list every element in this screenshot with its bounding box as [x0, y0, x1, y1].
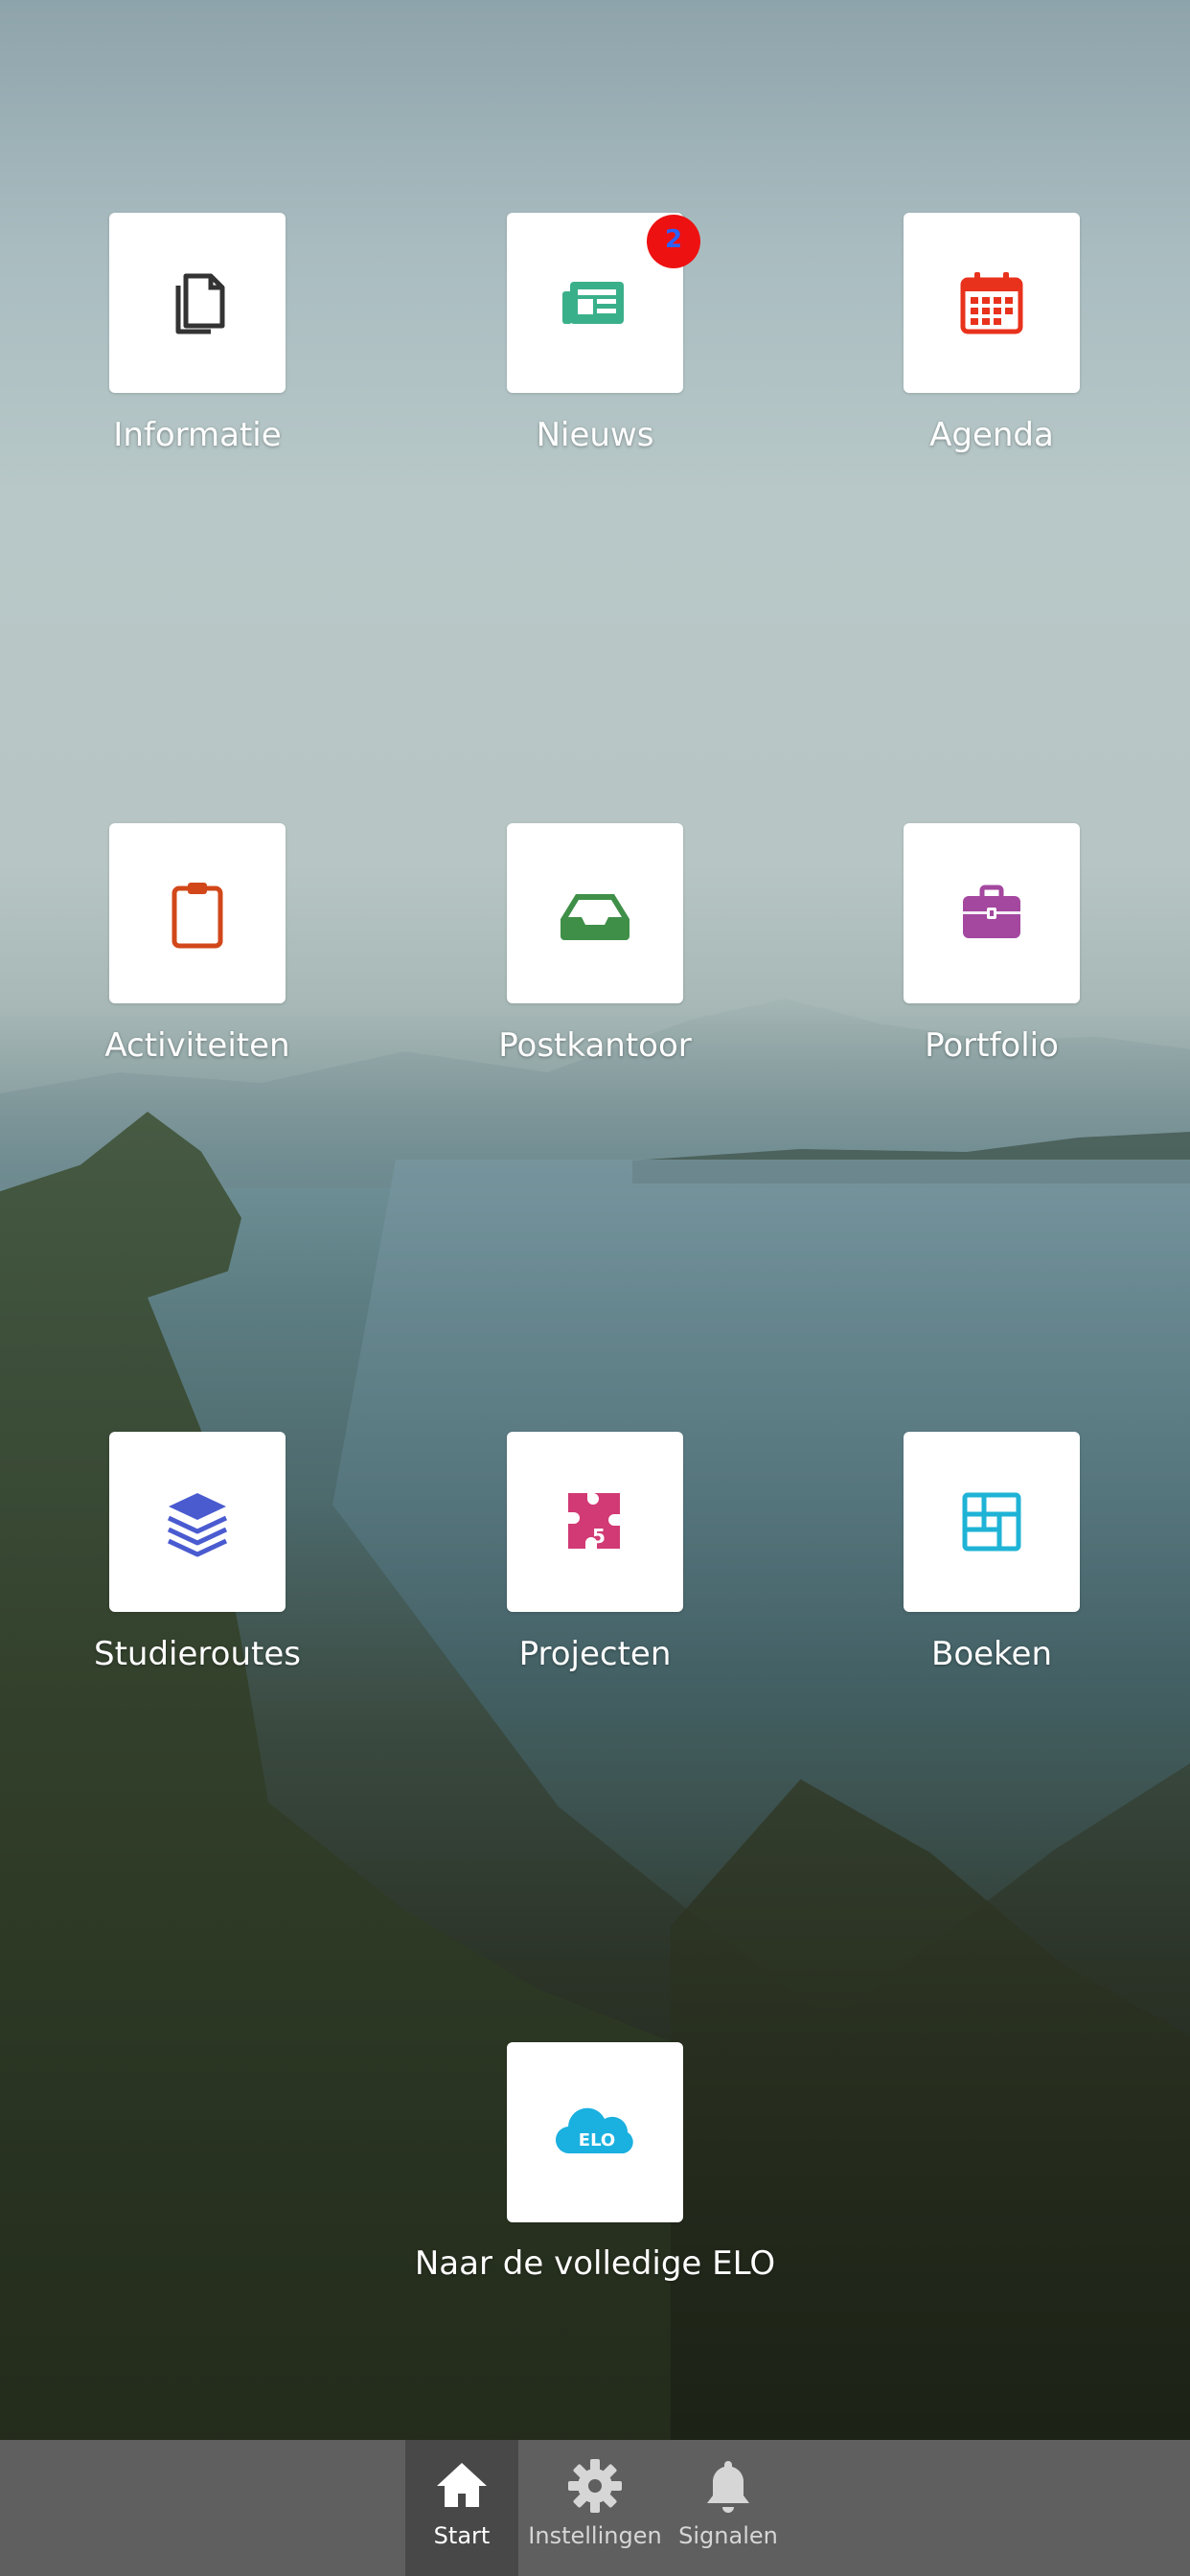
tile-label-portfolio: Portfolio — [925, 1026, 1059, 1065]
tile-label-nieuws: Nieuws — [536, 416, 654, 454]
bottom-tab-bar: Start Instellingen Signalen — [0, 2440, 1190, 2576]
tile-label-boeken: Boeken — [931, 1635, 1052, 1673]
svg-text:5: 5 — [592, 1525, 606, 1548]
tile-boeken[interactable] — [904, 1432, 1080, 1612]
tile-informatie[interactable] — [109, 213, 286, 393]
tab-label-start: Start — [433, 2522, 491, 2549]
elo-cloud-icon: ELO — [555, 2107, 633, 2154]
gear-icon — [568, 2459, 622, 2513]
elo-icon-text: ELO — [579, 2130, 615, 2150]
tile-label-studieroutes: Studieroutes — [94, 1635, 301, 1673]
bell-icon — [707, 2461, 749, 2513]
tile-label-agenda: Agenda — [929, 416, 1054, 454]
tile-portfolio[interactable] — [904, 823, 1080, 1003]
tile-postkantoor[interactable] — [507, 823, 683, 1003]
tile-studieroutes[interactable] — [109, 1432, 286, 1612]
newspaper-icon — [562, 282, 624, 324]
tile-label-elo: Naar de volledige ELO — [414, 2244, 776, 2283]
home-icon — [437, 2463, 487, 2507]
tab-label-signalen: Signalen — [678, 2522, 778, 2549]
tile-activiteiten[interactable] — [109, 823, 286, 1003]
tile-projecten[interactable]: 5 — [507, 1432, 683, 1612]
calendar-icon — [960, 272, 1023, 334]
tile-elo[interactable]: ELO — [507, 2042, 683, 2222]
tab-instellingen[interactable]: Instellingen — [528, 2440, 662, 2576]
tab-label-instellingen: Instellingen — [528, 2522, 662, 2549]
tile-label-activiteiten: Activiteiten — [104, 1026, 290, 1065]
clipboard-icon — [172, 883, 223, 949]
tile-label-postkantoor: Postkantoor — [498, 1026, 692, 1065]
tile-label-informatie: Informatie — [113, 416, 282, 454]
tab-signalen[interactable]: Signalen — [671, 2440, 786, 2576]
tile-label-projecten: Projecten — [518, 1635, 672, 1673]
tile-agenda[interactable] — [904, 213, 1080, 393]
tab-start[interactable]: Start — [405, 2440, 518, 2576]
inbox-tray-icon — [561, 894, 629, 940]
briefcase-icon — [963, 885, 1020, 938]
layout-grid-icon — [962, 1492, 1021, 1552]
puzzle-piece-icon: 5 — [568, 1493, 620, 1549]
copy-documents-icon — [175, 273, 225, 334]
layers-stack-icon — [167, 1493, 228, 1557]
news-count-badge: 2 — [647, 215, 700, 268]
